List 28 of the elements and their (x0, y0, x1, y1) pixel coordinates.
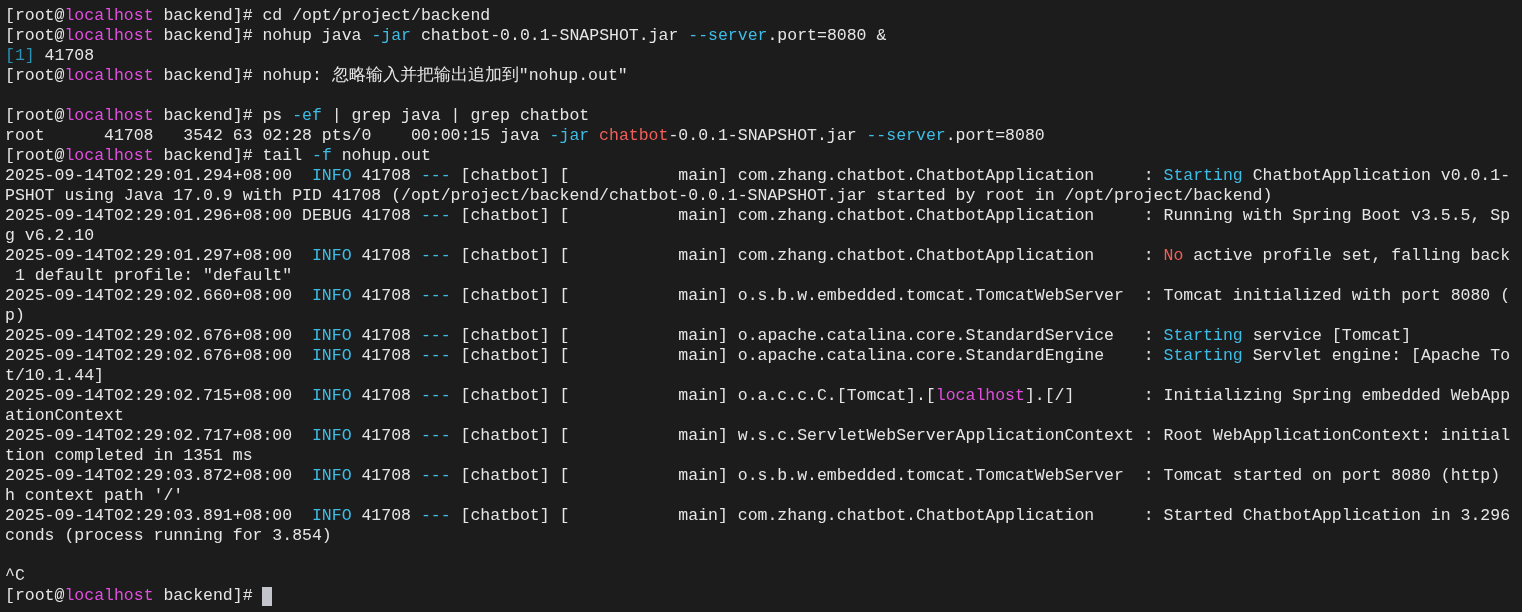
terminal-line: ationContext (5, 406, 124, 426)
terminal-line: [1] 41708 (5, 46, 95, 66)
terminal-line: [root@localhost backend]# cd /opt/project/backend (5, 6, 491, 26)
terminal-line: 2025-09-14T02:29:02.717+08:00 INFO 41708 --- [chatbot] [ main] w.s.c.ServletWebServerApplicationContext : Root WebApplicationContext: initial (5, 426, 1511, 446)
terminal-line: 2025-09-14T02:29:02.676+08:00 INFO 41708 --- [chatbot] [ main] o.apache.catalina.core.StandardService : Starting service [Tomcat] (5, 326, 1412, 346)
terminal-line: 2025-09-14T02:29:02.676+08:00 INFO 41708 --- [chatbot] [ main] o.apache.catalina.core.StandardEngine : Starting Servlet engine: [Apache To (5, 346, 1511, 366)
terminal-line: PSHOT using Java 17.0.9 with PID 41708 (/opt/project/backend/chatbot-0.0.1-SNAPSHOT.jar started by root in /opt/project/backend) (5, 186, 1273, 206)
terminal-line: [root@localhost backend]# nohup java -jar chatbot-0.0.1-SNAPSHOT.jar --server.port=8080 & (5, 26, 887, 46)
terminal-line: 1 default profile: "default" (13, 266, 293, 286)
terminal-line: 2025-09-14T02:29:01.297+08:00 INFO 41708 --- [chatbot] [ main] com.zhang.chatbot.ChatbotApplication : No active profile set, falling back (5, 246, 1511, 266)
terminal-line: [root@localhost backend]# nohup: 忽略输入并把输出追加到"nohup.out" (5, 66, 628, 86)
terminal-line: 2025-09-14T02:29:03.872+08:00 INFO 41708 --- [chatbot] [ main] o.s.b.w.embedded.tomcat.TomcatWebServer : Tomcat started on port 8080 (http) (5, 466, 1501, 486)
terminal-line: t/10.1.44] (5, 366, 105, 386)
terminal-line: ^C (5, 566, 25, 586)
terminal-line: conds (process running for 3.854) (5, 526, 332, 546)
terminal-line: 2025-09-14T02:29:02.660+08:00 INFO 41708 --- [chatbot] [ main] o.s.b.w.embedded.tomcat.TomcatWebServer : Tomcat initialized with port 8080 ( (5, 286, 1511, 306)
terminal-line: p) (5, 306, 25, 326)
terminal-line: h context path '/' (5, 486, 184, 506)
terminal-line: tion completed in 1351 ms (5, 446, 253, 466)
terminal-line: root 41708 3542 63 02:28 pts/0 00:00:15 java -jar chatbot-0.0.1-SNAPSHOT.jar --server.port=8080 (5, 126, 1045, 146)
terminal-line: [root@localhost backend]# tail -f nohup.out (5, 146, 431, 166)
terminal-line: 2025-09-14T02:29:01.296+08:00 DEBUG 41708 --- [chatbot] [ main] com.zhang.chatbot.ChatbotApplication : Running with Spring Boot v3.5.5, Sp (5, 206, 1511, 226)
terminal-line: [root@localhost backend]# ps -ef | grep java | grep chatbot (5, 106, 590, 126)
terminal-line: 2025-09-14T02:29:01.294+08:00 INFO 41708 --- [chatbot] [ main] com.zhang.chatbot.ChatbotApplication : Starting ChatbotApplication v0.0.1- (5, 166, 1511, 186)
terminal-line: [root@localhost backend]# (5, 586, 254, 606)
terminal-line: 2025-09-14T02:29:02.715+08:00 INFO 41708 --- [chatbot] [ main] o.a.c.c.C.[Tomcat].[localhost].[/] : Initializing Spring embedded WebApp (5, 386, 1511, 406)
terminal-line: g v6.2.10 (5, 226, 95, 246)
terminal-line: 2025-09-14T02:29:03.891+08:00 INFO 41708 --- [chatbot] [ main] com.zhang.chatbot.ChatbotApplication : Started ChatbotApplication in 3.296 (5, 506, 1511, 526)
